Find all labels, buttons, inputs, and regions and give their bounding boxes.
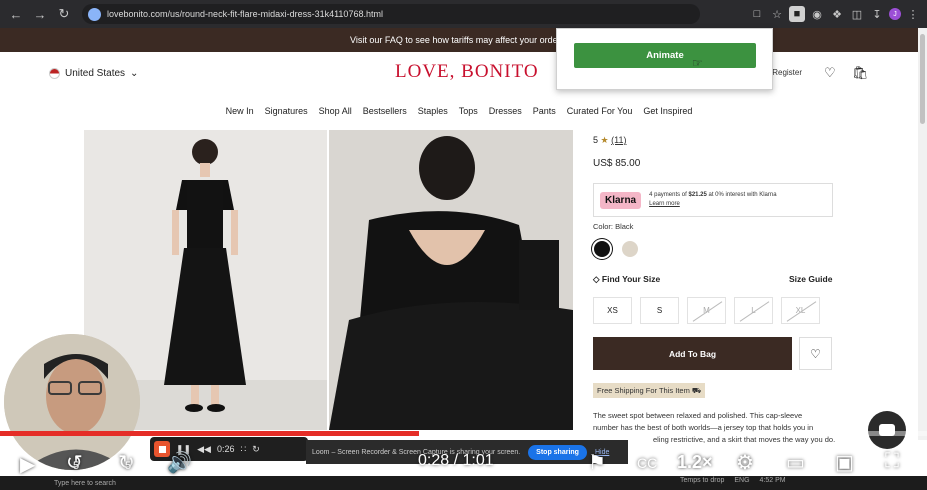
site-info-icon[interactable] xyxy=(88,7,101,21)
puzzle-icon[interactable]: ❖ xyxy=(829,6,845,22)
color-swatch-black[interactable] xyxy=(594,241,610,257)
nav-new-in[interactable]: New In xyxy=(226,106,254,116)
profile-avatar[interactable]: J xyxy=(889,8,901,20)
browser-toolbar: ← → ↻ lovebonito.com/us/round-neck-fit-f… xyxy=(0,0,927,28)
site-header: United States ⌄ LOVE, BONITO /Register ♡… xyxy=(0,52,918,96)
site-logo[interactable]: LOVE, BONITO xyxy=(395,61,539,83)
download-icon[interactable]: ↧ xyxy=(869,6,885,22)
product-image-back[interactable] xyxy=(329,130,573,430)
klarna-amount: $21.25 xyxy=(688,192,707,198)
language-indicator[interactable]: ENG xyxy=(734,477,749,484)
find-size-label: Find Your Size xyxy=(601,274,661,284)
address-bar[interactable]: lovebonito.com/us/round-neck-fit-flare-m… xyxy=(82,4,700,24)
category-nav: New In Signatures Shop All Bestsellers S… xyxy=(0,106,918,116)
screen: ← → ↻ lovebonito.com/us/round-neck-fit-f… xyxy=(0,0,927,490)
truck-icon: ⛟ xyxy=(689,385,702,395)
nav-signatures[interactable]: Signatures xyxy=(265,106,308,116)
cast-icon[interactable]: □ xyxy=(749,6,765,22)
loom-extension-icon[interactable]: ◉ xyxy=(809,6,825,22)
nav-tops[interactable]: Tops xyxy=(459,106,478,116)
us-flag-icon xyxy=(49,68,60,79)
sidebar-icon[interactable]: ◫ xyxy=(849,6,865,22)
nav-curated[interactable]: Curated For You xyxy=(567,106,633,116)
mouse-cursor-icon: ☞ xyxy=(692,56,703,70)
login-register-link[interactable]: /Register xyxy=(770,68,802,77)
size-l[interactable]: L xyxy=(734,297,773,324)
skip-forward-seconds: 5 xyxy=(125,460,132,472)
find-your-size-link[interactable]: ◇ Find Your Size xyxy=(593,274,660,285)
forward-icon[interactable]: → xyxy=(30,4,50,24)
play-icon[interactable]: ▶ xyxy=(20,452,35,477)
nav-pants[interactable]: Pants xyxy=(533,106,556,116)
miniplayer-icon[interactable]: ▣ xyxy=(835,450,854,475)
weather-text[interactable]: Temps to drop xyxy=(680,477,724,484)
reload-icon[interactable]: ↻ xyxy=(54,4,74,24)
animate-button[interactable]: Animate xyxy=(574,43,756,68)
menu-icon[interactable]: ⋮ xyxy=(905,6,921,22)
tag-icon: ◇ xyxy=(593,274,600,284)
product-rating[interactable]: 5 ★ (11) xyxy=(593,135,626,146)
wishlist-heart-icon[interactable]: ♡ xyxy=(799,337,832,370)
nav-dresses[interactable]: Dresses xyxy=(489,106,522,116)
chevron-down-icon: ⌄ xyxy=(130,68,139,79)
shopping-bag-icon[interactable]: 🛍 xyxy=(852,65,869,81)
description-line: The sweet spot between relaxed and polis… xyxy=(593,411,803,420)
nav-staples[interactable]: Staples xyxy=(418,106,448,116)
klarna-learn-more-link[interactable]: Learn more xyxy=(649,201,680,207)
country-label: United States xyxy=(65,68,126,79)
captions-icon[interactable]: CC xyxy=(633,453,662,473)
settings-gear-icon[interactable]: ⚙ xyxy=(736,450,754,475)
size-selector: XS S M L XL xyxy=(593,297,820,324)
product-description: The sweet spot between relaxed and polis… xyxy=(593,410,843,446)
taskbar-tray: Temps to drop ENG 4:52 PM xyxy=(680,477,786,484)
product-price: US$ 85.00 xyxy=(593,158,641,169)
wishlist-heart-icon[interactable]: ♡ xyxy=(824,65,836,81)
scrollbar-thumb[interactable] xyxy=(920,34,925,124)
promo-banner[interactable]: Visit our FAQ to see how tariffs may aff… xyxy=(0,28,918,52)
taskbar-clock[interactable]: 4:52 PM xyxy=(760,477,786,484)
size-xl[interactable]: XL xyxy=(781,297,820,324)
os-taskbar: Type here to search Temps to drop ENG 4:… xyxy=(0,476,927,490)
nav-shop-all[interactable]: Shop All xyxy=(319,106,352,116)
video-progress-fill xyxy=(0,431,419,436)
volume-icon[interactable]: 🔊 xyxy=(167,450,192,475)
back-icon[interactable]: ← xyxy=(6,4,26,24)
extension-icon[interactable]: ■ xyxy=(789,6,805,22)
skip-back-seconds: 5 xyxy=(73,460,80,472)
chat-button[interactable] xyxy=(868,411,906,449)
country-selector[interactable]: United States ⌄ xyxy=(49,68,138,79)
size-xs[interactable]: XS xyxy=(593,297,632,324)
shipping-label: Free Shipping For This Item xyxy=(597,386,690,395)
nav-bestsellers[interactable]: Bestsellers xyxy=(363,106,407,116)
klarna-text: 4 payments of $21.25 at 0% interest with… xyxy=(649,191,776,209)
nav-get-inspired[interactable]: Get Inspired xyxy=(643,106,692,116)
model-back-illustration xyxy=(329,130,573,430)
theater-mode-icon[interactable]: ▭ xyxy=(786,450,805,475)
playback-time: 0:28 / 1:01 xyxy=(418,452,494,469)
free-shipping-badge: Free Shipping For This Item ⛟ xyxy=(593,383,706,398)
extension-popup: Animate xyxy=(556,28,773,90)
klarna-text-a: 4 payments of xyxy=(649,192,689,198)
rating-value: 5 xyxy=(593,135,599,145)
size-s[interactable]: S xyxy=(640,297,679,324)
star-icon[interactable]: ☆ xyxy=(769,6,785,22)
color-label: Color: Black xyxy=(593,222,634,231)
color-swatch-beige[interactable] xyxy=(622,241,638,257)
size-guide-link[interactable]: Size Guide xyxy=(789,274,832,284)
star-rating-icon: ★ xyxy=(600,135,609,145)
video-progress-track[interactable] xyxy=(0,431,927,436)
klarna-text-b: at 0% interest with Klarna xyxy=(706,192,777,198)
taskbar-search[interactable]: Type here to search xyxy=(30,477,170,489)
fullscreen-icon[interactable]: ⛶ xyxy=(885,450,899,473)
url-text: lovebonito.com/us/round-neck-fit-flare-m… xyxy=(107,9,383,19)
page-scrollbar[interactable] xyxy=(918,28,927,440)
playback-speed[interactable]: 1.2× xyxy=(677,452,713,473)
bookmark-icon[interactable]: ⚑ xyxy=(588,450,606,475)
review-count[interactable]: (11) xyxy=(611,135,626,145)
add-to-bag-button[interactable]: Add To Bag xyxy=(593,337,792,370)
klarna-banner: Klarna 4 payments of $21.25 at 0% intere… xyxy=(593,183,833,217)
klarna-logo: Klarna xyxy=(600,191,642,209)
size-m[interactable]: M xyxy=(687,297,726,324)
